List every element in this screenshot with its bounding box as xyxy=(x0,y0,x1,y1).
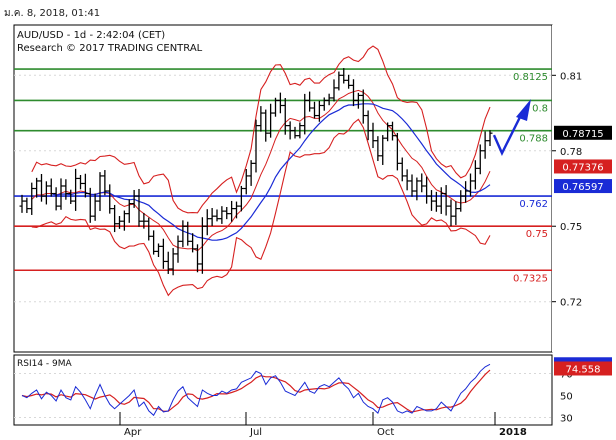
axis-tick-label: 0.72 xyxy=(560,298,582,309)
date-tick-label: 2018 xyxy=(499,427,527,438)
price-tag-label: 0.78715 xyxy=(562,129,603,140)
level-label: 0.8 xyxy=(532,103,548,114)
rsi-tag-label: 74.558 xyxy=(566,364,601,375)
axis-tick-label: 0.75 xyxy=(560,222,582,233)
price-panel xyxy=(13,24,553,353)
rsi-title: RSI14 - 9MA xyxy=(17,359,73,369)
price-chart[interactable]: 0.8125 0.8 0.788 0.762 0.75 0.7325 0.81 0.78 0.… xyxy=(0,0,616,440)
axis-tick-label: 0.81 xyxy=(560,71,582,82)
level-label: 0.762 xyxy=(519,199,548,210)
date-tick-label: Apr xyxy=(124,427,142,438)
date-tick-label: Jul xyxy=(249,427,262,438)
symbol-label: AUD/USD - 1d - 2:42:04 (CET) xyxy=(17,30,165,41)
rsi-axis-label: 50 xyxy=(560,392,573,403)
price-tag-label: 0.76597 xyxy=(562,182,603,193)
level-label: 0.75 xyxy=(526,229,548,240)
level-label: 0.8125 xyxy=(513,72,548,83)
chart-window: ม.ค. 8, 2018, 01:41 0.8125 0.8 0.788 0.762 0… xyxy=(0,0,616,440)
rsi-axis-label: 30 xyxy=(560,414,573,425)
price-tag-label: 0.77376 xyxy=(562,162,603,173)
date-tick-label: Oct xyxy=(377,427,394,438)
rsi-axis-labels: 70503078.398674.558 xyxy=(554,357,612,425)
copyright-label: Research © 2017 TRADING CENTRAL xyxy=(17,43,203,54)
axis-tick-label: 0.78 xyxy=(560,147,582,158)
level-label: 0.7325 xyxy=(513,273,548,284)
level-label: 0.788 xyxy=(519,134,548,145)
